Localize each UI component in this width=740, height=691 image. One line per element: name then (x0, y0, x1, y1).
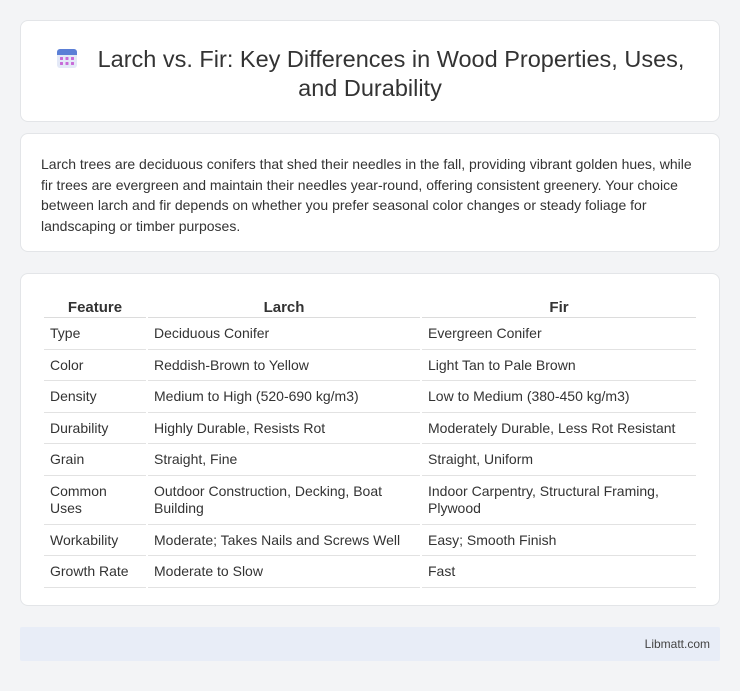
page-title: Larch vs. Fir: Key Differences in Wood P… (21, 45, 719, 103)
table-row: Grain Straight, Fine Straight, Uniform (44, 444, 696, 476)
table-row: Color Reddish-Brown to Yellow Light Tan to… (44, 350, 696, 381)
cell-feature: Durability (44, 413, 146, 444)
cell-feature: Density (44, 381, 146, 413)
comparison-card: Feature Larch Fir Type Deciduous Conifer E… (20, 273, 720, 606)
cell-feature: Grain (44, 444, 146, 476)
table-row: Type Deciduous Conifer Evergreen Conifer (44, 318, 696, 350)
cell-fir: Indoor Carpentry, Structural Framing, Pl… (422, 476, 696, 525)
cell-fir: Light Tan to Pale Brown (422, 350, 696, 381)
intro-card: Larch trees are deciduous conifers that … (20, 133, 720, 252)
cell-larch: Reddish-Brown to Yellow (148, 350, 420, 381)
cell-larch: Moderate; Takes Nails and Screws Well (148, 525, 420, 556)
cell-fir: Straight, Uniform (422, 444, 696, 476)
cell-larch: Straight, Fine (148, 444, 420, 476)
title-card: Larch vs. Fir: Key Differences in Wood P… (20, 20, 720, 122)
intro-text: Larch trees are deciduous conifers that … (41, 156, 692, 234)
header-feature: Feature (44, 296, 146, 318)
header-fir: Fir (422, 296, 696, 318)
cell-feature: Color (44, 350, 146, 381)
header-larch: Larch (148, 296, 420, 318)
cell-feature: Growth Rate (44, 556, 146, 588)
table-row: Density Medium to High (520-690 kg/m3) Low… (44, 381, 696, 413)
comparison-table: Feature Larch Fir Type Deciduous Conifer E… (42, 296, 698, 588)
cell-larch: Outdoor Construction, Decking, Boat Buil… (148, 476, 420, 525)
title-line-2: and Durability (298, 75, 442, 101)
cell-fir: Low to Medium (380-450 kg/m3) (422, 381, 696, 413)
title-line-1: Larch vs. Fir: Key Differences in Wood P… (97, 46, 685, 72)
cell-larch: Medium to High (520-690 kg/m3) (148, 381, 420, 413)
table-row: Workability Moderate; Takes Nails and Scr… (44, 525, 696, 556)
cell-fir: Easy; Smooth Finish (422, 525, 696, 556)
cell-fir: Fast (422, 556, 696, 588)
cell-fir: Moderately Durable, Less Rot Resistant (422, 413, 696, 444)
cell-larch: Deciduous Conifer (148, 318, 420, 350)
cell-feature: Workability (44, 525, 146, 556)
cell-feature: Common Uses (44, 476, 146, 525)
cell-larch: Moderate to Slow (148, 556, 420, 588)
table-row: Durability Highly Durable, Resists Rot Mod… (44, 413, 696, 444)
cell-fir: Evergreen Conifer (422, 318, 696, 350)
calendar-icon (56, 49, 77, 68)
footer: Libmatt.com (20, 627, 720, 661)
table-row: Growth Rate Moderate to Slow Fast (44, 556, 696, 588)
table-row: Common Uses Outdoor Construction, Decking… (44, 476, 696, 525)
cell-larch: Highly Durable, Resists Rot (148, 413, 420, 444)
footer-brand: Libmatt.com (644, 637, 710, 651)
cell-feature: Type (44, 318, 146, 350)
table-header-row: Feature Larch Fir (44, 296, 696, 318)
